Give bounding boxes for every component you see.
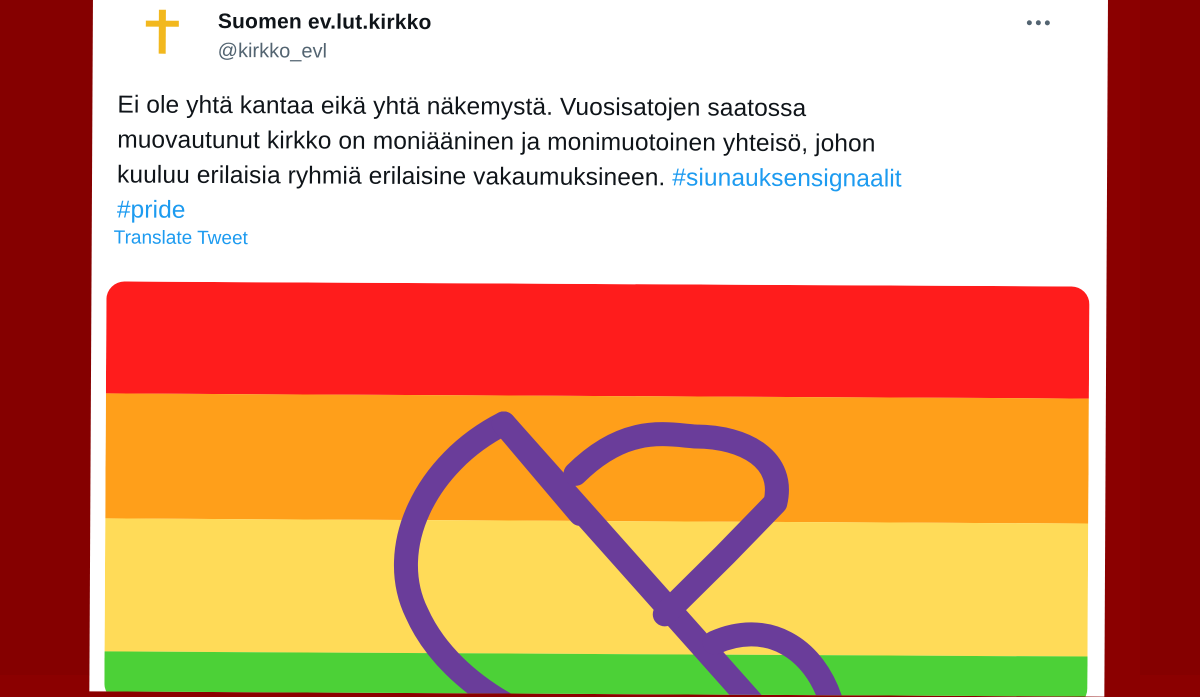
backdrop-left	[0, 0, 95, 675]
avatar[interactable]	[132, 3, 191, 62]
dot-icon	[1044, 19, 1050, 25]
handle[interactable]: @kirkko_evl	[218, 40, 327, 64]
hashtag-link[interactable]: #siunauksensignaalit	[672, 164, 902, 192]
tweet-line: #pride	[117, 192, 1077, 232]
translate-tweet-link[interactable]: Translate Tweet	[114, 227, 248, 250]
backdrop-right	[1140, 0, 1200, 675]
golden-cross-icon	[145, 9, 179, 54]
tweet-text: Ei ole yhtä kantaa eikä yhtä näkemystä. …	[117, 87, 1078, 232]
hashtag-link[interactable]: #pride	[117, 196, 186, 223]
tweet-line-text: Ei ole yhtä kantaa eikä yhtä näkemystä. …	[117, 91, 807, 123]
dot-icon	[1026, 19, 1032, 25]
tweet-line: muovautunut kirkko on moniääninen ja mon…	[117, 122, 1077, 162]
display-name[interactable]: Suomen ev.lut.kirkko	[218, 10, 432, 35]
tweet-media[interactable]	[104, 281, 1090, 697]
tweet-line: kuuluu erilaisia ryhmiä erilaisine vakau…	[117, 157, 1077, 197]
tweet-line: Ei ole yhtä kantaa eikä yhtä näkemystä. …	[117, 87, 1077, 127]
dot-icon	[1035, 19, 1041, 25]
tweet-line-text: muovautunut kirkko on moniääninen ja mon…	[117, 126, 876, 158]
more-options-button[interactable]	[1020, 8, 1056, 36]
tweet-card: Suomen ev.lut.kirkko @kirkko_evl Ei ole …	[89, 0, 1108, 697]
tweet-line-text: kuuluu erilaisia ryhmiä erilaisine vakau…	[116, 161, 673, 192]
heart-symbol-icon	[393, 411, 845, 697]
